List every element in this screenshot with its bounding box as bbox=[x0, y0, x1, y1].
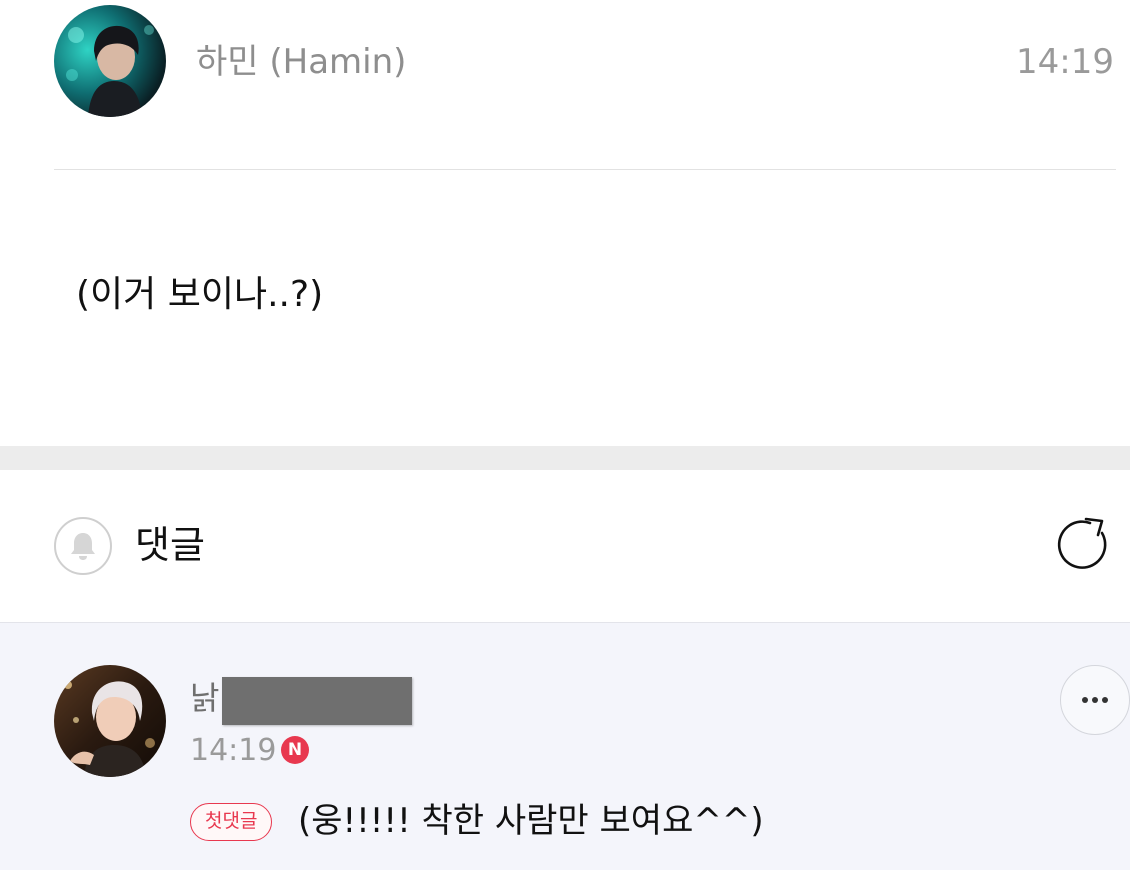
commenter-avatar[interactable] bbox=[54, 665, 166, 777]
post-timestamp: 14:19 bbox=[1016, 42, 1114, 82]
more-icon bbox=[1082, 697, 1108, 703]
section-divider bbox=[0, 446, 1130, 470]
comment-text: (웅!!!!! 착한 사람만 보여요^^) bbox=[298, 801, 764, 841]
post-header: 하민 (Hamin) 14:19 bbox=[0, 0, 1130, 170]
commenter-avatar-image bbox=[54, 665, 166, 777]
comments-header: 댓글 bbox=[0, 470, 1130, 622]
header-divider bbox=[54, 169, 1116, 170]
author-name[interactable]: 하민 (Hamin) bbox=[196, 40, 406, 84]
new-badge: N bbox=[281, 736, 309, 764]
commenter-name[interactable]: 낡 bbox=[190, 677, 219, 719]
author-avatar-image bbox=[54, 5, 166, 117]
first-comment-badge: 첫댓글 bbox=[190, 803, 273, 841]
comment-notification-button[interactable] bbox=[54, 517, 112, 575]
redacted-name-block bbox=[222, 677, 412, 725]
comment-timestamp: 14:19 bbox=[190, 733, 277, 768]
comment-more-button[interactable] bbox=[1060, 665, 1130, 735]
post-body-text: (이거 보이나..?) bbox=[76, 274, 324, 315]
post-detail-screen: 하민 (Hamin) 14:19 (이거 보이나..?) 댓글 낡 14:19 … bbox=[0, 0, 1130, 870]
comments-title: 댓글 bbox=[135, 523, 205, 567]
author-avatar[interactable] bbox=[54, 5, 166, 117]
refresh-comments-button[interactable] bbox=[1054, 514, 1116, 576]
comment-item: 낡 14:19 N 첫댓글 (웅!!!!! 착한 사람만 보여요^^) bbox=[0, 622, 1130, 870]
refresh-icon bbox=[1057, 517, 1107, 569]
bell-icon bbox=[71, 533, 95, 560]
